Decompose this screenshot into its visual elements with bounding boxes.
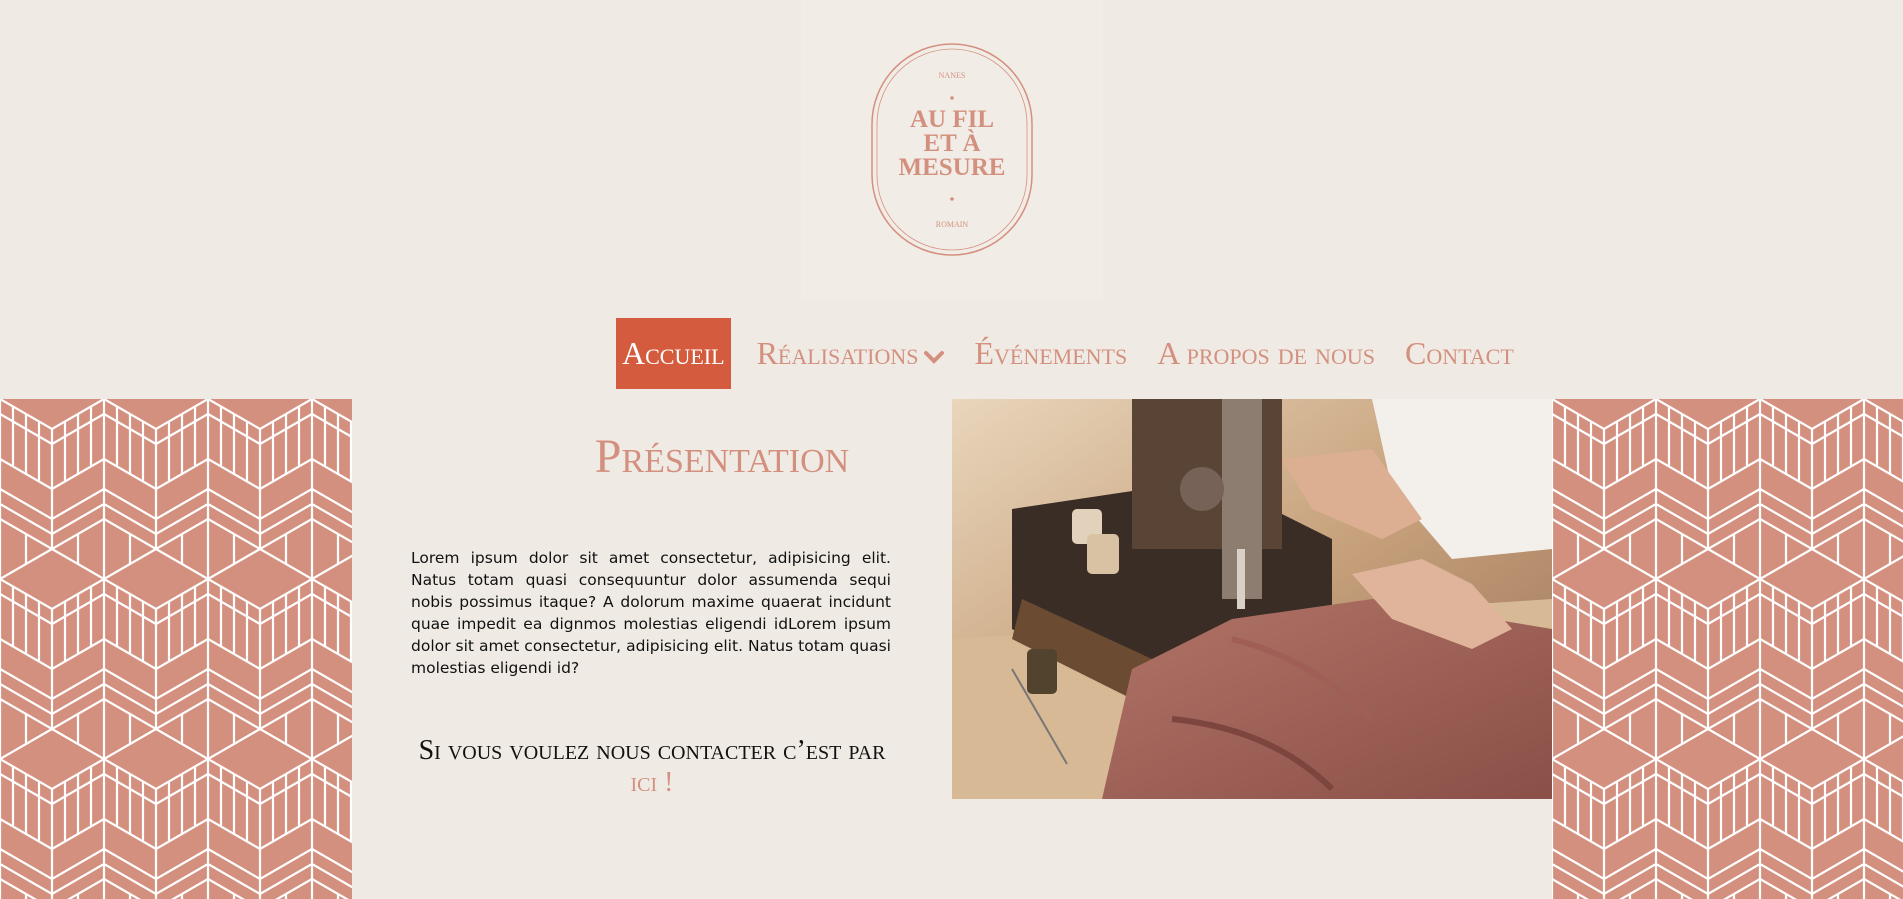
- logo-bottom-text: ROMAIN: [936, 220, 969, 229]
- page-title: Présentation: [594, 430, 850, 483]
- logo-top-text: NANES: [939, 71, 966, 80]
- nav-item-a-propos[interactable]: A propos de nous: [1157, 318, 1375, 389]
- contact-link[interactable]: ici !: [631, 767, 674, 798]
- logo-line-2: ET À: [923, 129, 980, 157]
- nav-item-realisations[interactable]: Réalisations: [757, 318, 945, 389]
- nav-item-contact[interactable]: Contact: [1405, 318, 1514, 389]
- logo-line-1: AU FIL: [910, 106, 994, 133]
- pattern-right: [1552, 399, 1903, 899]
- sewing-photo: [952, 399, 1552, 799]
- pattern-left: [0, 399, 352, 899]
- contact-prefix: Si vous voulez nous contacter c’est par: [418, 735, 886, 766]
- main-nav: Accueil Réalisations Événements A propos…: [616, 318, 1544, 389]
- chevron-down-icon: [924, 318, 945, 389]
- nav-item-accueil[interactable]: Accueil: [616, 318, 731, 389]
- brand-logo[interactable]: NANES AU FIL ET À MESURE ROMAIN: [870, 42, 1034, 257]
- intro-paragraph: Lorem ipsum dolor sit amet consectetur, …: [411, 549, 891, 677]
- logo-line-3: MESURE: [899, 154, 1006, 181]
- logo-panel: NANES AU FIL ET À MESURE ROMAIN: [801, 0, 1103, 300]
- main-content: Présentation Lorem ipsum dolor sit amet …: [352, 399, 1552, 899]
- contact-line: Si vous voulez nous contacter c’est par …: [412, 735, 892, 799]
- nav-item-evenements[interactable]: Événements: [974, 318, 1127, 389]
- nav-item-realisations-label: Réalisations: [756, 335, 919, 371]
